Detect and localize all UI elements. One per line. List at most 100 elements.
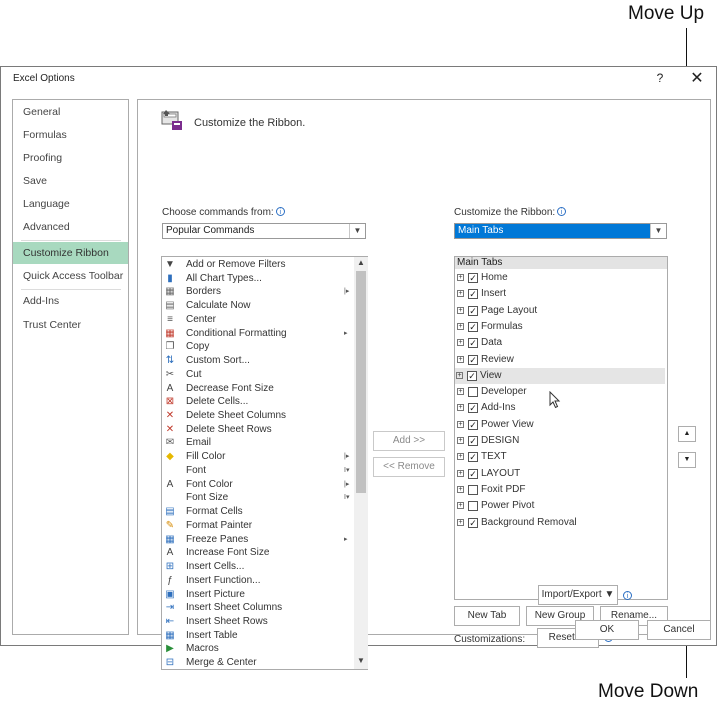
- command-label: Font Color: [186, 478, 233, 490]
- customize-ribbon-icon: [161, 110, 182, 130]
- tab-checkbox[interactable]: ✓: [468, 436, 478, 446]
- command-label: Font Size: [186, 492, 229, 504]
- ribbon-tab-label: Insert: [481, 288, 507, 300]
- customize-ribbon-combo[interactable]: Main Tabs ▼: [454, 223, 667, 239]
- move-down-button[interactable]: ▼: [678, 452, 696, 468]
- import-export-button[interactable]: Import/Export ▼: [538, 585, 618, 605]
- command-icon: A: [166, 382, 174, 394]
- expand-icon[interactable]: +: [457, 339, 464, 347]
- add-button[interactable]: Add >>: [373, 431, 445, 451]
- ribbon-tab-item[interactable]: + ✓ Add-Ins: [456, 400, 666, 416]
- chevron-down-icon[interactable]: ▼: [349, 224, 365, 238]
- mouse-cursor-icon: [549, 391, 561, 409]
- ribbon-tab-item[interactable]: + ✓ Background Removal: [456, 515, 666, 531]
- tab-checkbox[interactable]: ✓: [468, 517, 478, 528]
- expand-icon[interactable]: +: [457, 420, 464, 428]
- command-label: Insert Function...: [186, 574, 261, 586]
- ribbon-tab-item[interactable]: + ✓ LAYOUT: [456, 466, 666, 482]
- commands-scrollbar[interactable]: ▲ ▼: [354, 257, 368, 669]
- ribbon-tab-item[interactable]: + Power Pivot: [456, 498, 666, 514]
- command-label: Add or Remove Filters: [186, 259, 286, 270]
- ribbon-tab-item[interactable]: + ✓ Insert: [456, 286, 666, 302]
- ribbon-tab-item[interactable]: + ✓ Power View: [456, 417, 666, 433]
- ribbon-tab-item[interactable]: + ✓ Page Layout: [456, 303, 666, 319]
- expand-icon[interactable]: +: [457, 453, 464, 461]
- expand-icon[interactable]: +: [457, 322, 464, 330]
- tab-checkbox[interactable]: ✓: [468, 321, 478, 332]
- move-up-button[interactable]: ▲: [678, 426, 696, 442]
- nav-item-add-ins[interactable]: Add-Ins: [13, 290, 128, 312]
- command-icon: ▤: [165, 506, 175, 518]
- tab-checkbox[interactable]: ✓: [468, 305, 478, 316]
- ribbon-tabs-list: + ✓ Home + ✓ Insert + ✓ Page Layout + ✓ Formulas + ✓ D…: [454, 270, 668, 600]
- tab-checkbox[interactable]: [468, 501, 478, 512]
- tab-checkbox[interactable]: [468, 484, 478, 495]
- expand-icon[interactable]: +: [457, 290, 464, 298]
- expand-icon[interactable]: +: [457, 355, 464, 363]
- remove-button[interactable]: << Remove: [373, 457, 445, 477]
- nav-item-general[interactable]: General: [13, 101, 128, 123]
- ok-button[interactable]: OK: [575, 620, 639, 640]
- commands-from-combo[interactable]: Popular Commands ▼: [162, 223, 366, 239]
- expand-icon[interactable]: +: [457, 469, 464, 477]
- scrollbar-thumb[interactable]: [356, 271, 366, 493]
- command-icon: ⇤: [165, 615, 175, 627]
- tab-checkbox[interactable]: ✓: [468, 452, 478, 463]
- command-icon: ≡: [167, 313, 173, 325]
- command-icon: ✕: [165, 423, 175, 435]
- ribbon-tab-item[interactable]: + ✓ Review: [456, 352, 666, 368]
- ribbon-tab-label: Page Layout: [481, 304, 538, 316]
- tab-checkbox[interactable]: ✓: [468, 468, 478, 479]
- ribbon-tab-item[interactable]: + Foxit PDF: [456, 482, 666, 498]
- ribbon-tab-label: Home: [481, 272, 508, 283]
- expand-icon[interactable]: +: [457, 274, 464, 281]
- submenu-indicator-icon: |▸: [344, 288, 350, 296]
- ribbon-tab-item[interactable]: + ✓ Home: [456, 270, 666, 286]
- close-button[interactable]: ✕: [687, 68, 707, 88]
- excel-options-dialog: Excel Options ? ✕ General Formulas Proof…: [0, 66, 717, 670]
- ribbon-tab-item[interactable]: + ✓ View: [455, 367, 665, 385]
- new-tab-button[interactable]: New Tab: [454, 606, 520, 626]
- dialog-title: Excel Options: [13, 73, 75, 84]
- tab-checkbox[interactable]: ✓: [468, 289, 478, 300]
- scroll-down-icon[interactable]: ▼: [357, 656, 365, 665]
- expand-icon[interactable]: +: [457, 518, 464, 526]
- expand-icon[interactable]: +: [457, 437, 464, 444]
- nav-item-formulas[interactable]: Formulas: [13, 124, 128, 146]
- customize-ribbon-panel: Customize the Ribbon. Choose commands fr…: [137, 99, 711, 670]
- cancel-button[interactable]: Cancel: [647, 620, 711, 640]
- nav-item-customize-ribbon[interactable]: Customize Ribbon: [13, 242, 128, 264]
- command-label: Borders: [186, 286, 222, 298]
- command-label: Freeze Panes: [186, 533, 249, 545]
- chevron-down-icon[interactable]: ▼: [650, 224, 666, 238]
- info-icon: i: [623, 591, 632, 600]
- nav-item-quick-access-toolbar[interactable]: Quick Access Toolbar: [13, 265, 128, 287]
- tab-checkbox[interactable]: ✓: [468, 273, 478, 283]
- help-button[interactable]: ?: [652, 71, 668, 85]
- expand-icon[interactable]: +: [457, 404, 464, 412]
- ribbon-tab-item[interactable]: + ✓ Formulas: [456, 319, 666, 335]
- expand-icon[interactable]: +: [457, 502, 464, 510]
- nav-item-language[interactable]: Language: [13, 193, 128, 215]
- expand-icon[interactable]: +: [457, 388, 464, 396]
- expand-icon[interactable]: +: [457, 306, 464, 314]
- tab-checkbox[interactable]: [468, 387, 478, 398]
- ribbon-tab-item[interactable]: + ✓ DESIGN: [456, 433, 666, 449]
- tab-checkbox[interactable]: ✓: [468, 403, 478, 414]
- tab-checkbox[interactable]: ✓: [468, 354, 478, 365]
- nav-item-save[interactable]: Save: [13, 170, 128, 192]
- nav-item-trust-center[interactable]: Trust Center: [13, 314, 128, 336]
- tab-checkbox[interactable]: ✓: [468, 338, 478, 349]
- expand-icon[interactable]: +: [457, 485, 464, 493]
- scroll-up-icon[interactable]: ▲: [357, 258, 365, 267]
- command-label: Font: [186, 464, 207, 476]
- ribbon-tab-item[interactable]: + ✓ TEXT: [456, 449, 666, 465]
- submenu-indicator-icon: ▸: [344, 329, 348, 337]
- nav-item-proofing[interactable]: Proofing: [13, 147, 128, 169]
- tab-checkbox[interactable]: ✓: [467, 370, 477, 381]
- ribbon-tab-item[interactable]: + ✓ Data: [456, 335, 666, 351]
- expand-icon[interactable]: +: [456, 371, 463, 379]
- ribbon-tab-item[interactable]: + Developer: [456, 384, 666, 400]
- nav-item-advanced[interactable]: Advanced: [13, 216, 128, 238]
- tab-checkbox[interactable]: ✓: [468, 419, 478, 430]
